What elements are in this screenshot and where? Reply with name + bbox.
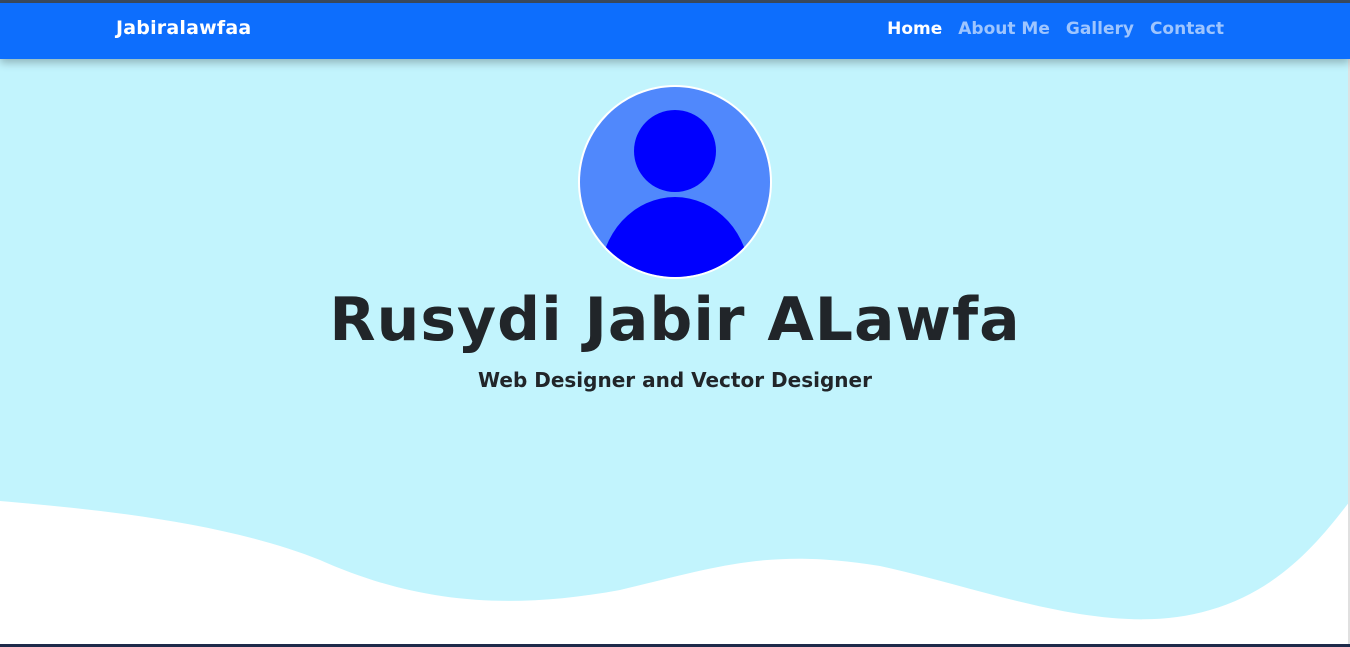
hero-tagline: Web Designer and Vector Designer: [478, 368, 872, 392]
hero-section: Rusydi Jabir ALawfa Web Designer and Vec…: [0, 59, 1350, 647]
nav-link-contact[interactable]: Contact: [1150, 19, 1224, 39]
nav-links: Home About Me Gallery Contact: [887, 19, 1224, 39]
navbar: Jabiralawfaa Home About Me Gallery Conta…: [0, 3, 1350, 59]
nav-link-home[interactable]: Home: [887, 19, 942, 39]
nav-link-gallery[interactable]: Gallery: [1066, 19, 1134, 39]
avatar: [576, 83, 774, 281]
user-avatar-icon: [578, 85, 772, 279]
navbar-brand[interactable]: Jabiralawfaa: [116, 17, 251, 39]
hero-name: Rusydi Jabir ALawfa: [329, 285, 1021, 355]
nav-link-about-me[interactable]: About Me: [958, 19, 1050, 39]
